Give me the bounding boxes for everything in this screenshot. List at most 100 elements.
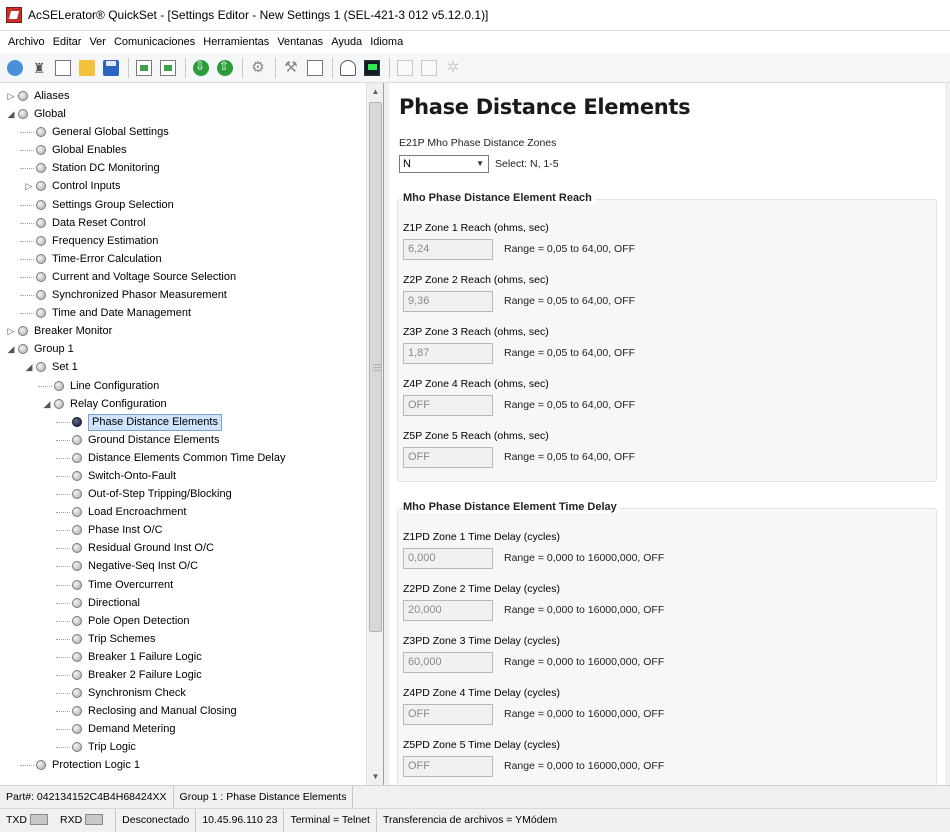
tree-item-synchronized-phasor-measurement[interactable]: Synchronized Phasor Measurement: [0, 286, 366, 304]
z5p-input[interactable]: OFF: [403, 447, 493, 468]
expand-arrow-icon[interactable]: ▷: [6, 87, 16, 105]
collapse-arrow-icon[interactable]: ◢: [24, 358, 34, 376]
tree-item-demand-metering[interactable]: Demand Metering: [0, 720, 366, 738]
tree-item-switch-onto-fault[interactable]: Switch-Onto-Fault: [0, 467, 366, 485]
tree-item-protection-logic-1[interactable]: Protection Logic 1: [0, 756, 366, 774]
z4pd-input[interactable]: OFF: [403, 704, 493, 725]
z2p-range: Range = 0,05 to 64,00, OFF: [504, 295, 636, 307]
setup-button[interactable]: ⚒: [282, 59, 300, 77]
settings-tree[interactable]: ▷ Aliases ◢ Global General Global Settings Gl…: [0, 83, 384, 785]
connection-status: Desconectado: [116, 808, 197, 832]
upload-button[interactable]: [216, 59, 234, 77]
z2p-input[interactable]: 9,36: [403, 291, 493, 312]
network-button[interactable]: ⚙: [249, 59, 267, 77]
z1pd-input[interactable]: 0,000: [403, 548, 493, 569]
z1p-input[interactable]: 6,24: [403, 239, 493, 260]
tree-item-control-inputs[interactable]: ▷ Control Inputs: [0, 177, 366, 195]
scroll-thumb[interactable]: — — —: [369, 102, 382, 632]
menu-herramientas[interactable]: Herramientas: [199, 36, 273, 48]
tree-item-reclosing-and-manual-closing[interactable]: Reclosing and Manual Closing: [0, 702, 366, 720]
save-button[interactable]: [102, 59, 120, 77]
z2pd-input[interactable]: 20,000: [403, 600, 493, 621]
menu-ayuda[interactable]: Ayuda: [327, 36, 366, 48]
collapse-arrow-icon[interactable]: ◢: [6, 105, 16, 123]
e21p-dropdown[interactable]: N ▼: [399, 155, 489, 173]
tree-item-frequency-estimation[interactable]: Frequency Estimation: [0, 232, 366, 250]
menu-editar[interactable]: Editar: [49, 36, 86, 48]
download-button[interactable]: [192, 59, 210, 77]
tree-item-set-1[interactable]: ◢ Set 1: [0, 358, 366, 376]
tree-connector: [56, 656, 70, 658]
tree-item-label: Breaker 1 Failure Logic: [88, 650, 202, 663]
doc-button: [396, 59, 414, 77]
tree-item-breaker-2-failure-logic[interactable]: Breaker 2 Failure Logic: [0, 666, 366, 684]
scroll-down-arrow[interactable]: ▼: [367, 768, 384, 785]
z4p-input[interactable]: OFF: [403, 395, 493, 416]
tree-item-station-dc-monitoring[interactable]: Station DC Monitoring: [0, 159, 366, 177]
collapse-arrow-icon[interactable]: ◢: [6, 340, 16, 358]
tree-item-group-1[interactable]: ◢ Group 1: [0, 340, 366, 358]
tree-node-icon: [72, 670, 82, 680]
tree-item-phase-inst-o-c[interactable]: Phase Inst O/C: [0, 521, 366, 539]
txd-indicator: TXD: [0, 809, 54, 832]
tree-item-negative-seq-inst-o-c[interactable]: Negative-Seq Inst O/C: [0, 557, 366, 575]
tree-item-relay-configuration[interactable]: ◢ Relay Configuration: [0, 395, 366, 413]
tree-item-label: Breaker 2 Failure Logic: [88, 669, 202, 681]
tree-item-out-of-step-tripping-blocking[interactable]: Out-of-Step Tripping/Blocking: [0, 485, 366, 503]
tree-item-pole-open-detection[interactable]: Pole Open Detection: [0, 612, 366, 630]
setup-icon: ⚒: [284, 58, 298, 76]
tree-item-general-global-settings[interactable]: General Global Settings: [0, 123, 366, 141]
tree-node-icon: [72, 742, 82, 753]
receive-button[interactable]: [159, 59, 177, 77]
tree-item-time-error-calculation[interactable]: Time-Error Calculation: [0, 250, 366, 268]
menu-ver[interactable]: Ver: [85, 36, 110, 48]
tree-item-global[interactable]: ◢ Global: [0, 105, 366, 123]
new-button[interactable]: [54, 59, 72, 77]
tree-item-synchronism-check[interactable]: Synchronism Check: [0, 684, 366, 702]
tree-item-line-configuration[interactable]: Line Configuration: [0, 377, 366, 395]
tree-item-phase-distance-elements[interactable]: Phase Distance Elements: [0, 413, 366, 431]
globe-button[interactable]: [6, 59, 24, 77]
tree-item-aliases[interactable]: ▷ Aliases: [0, 87, 366, 105]
tree-item-ground-distance-elements[interactable]: Ground Distance Elements: [0, 431, 366, 449]
menu-idioma[interactable]: Idioma: [366, 36, 407, 48]
tree-item-directional[interactable]: Directional: [0, 594, 366, 612]
tree-item-load-encroachment[interactable]: Load Encroachment: [0, 503, 366, 521]
scroll-up-arrow[interactable]: ▲: [367, 83, 384, 100]
tree-scrollbar[interactable]: ▲ — — — ▼: [366, 83, 383, 785]
tree-item-distance-elements-common-time-delay[interactable]: Distance Elements Common Time Delay: [0, 449, 366, 467]
menu-comunicaciones[interactable]: Comunicaciones: [110, 36, 199, 48]
z3p-input[interactable]: 1,87: [403, 343, 493, 364]
expand-arrow-icon[interactable]: ▷: [24, 177, 34, 195]
tree-item-residual-ground-inst-o-c[interactable]: Residual Ground Inst O/C: [0, 539, 366, 557]
tree-item-breaker-1-failure-logic[interactable]: Breaker 1 Failure Logic: [0, 648, 366, 666]
meter-button[interactable]: [339, 59, 357, 77]
expand-arrow-icon[interactable]: ▷: [6, 322, 16, 340]
tree-item-global-enables[interactable]: Global Enables: [0, 141, 366, 159]
tree-item-trip-logic[interactable]: Trip Logic: [0, 738, 366, 756]
tree-item-trip-schemes[interactable]: Trip Schemes: [0, 630, 366, 648]
tree-item-label: Aliases: [34, 90, 70, 102]
terminal-button[interactable]: [363, 59, 381, 77]
tree-item-data-reset-control[interactable]: Data Reset Control: [0, 214, 366, 232]
z3pd-input[interactable]: 60,000: [403, 652, 493, 673]
open-button[interactable]: [78, 59, 96, 77]
tree-item-current-and-voltage-source-selection[interactable]: Current and Voltage Source Selection: [0, 268, 366, 286]
z5pd-input[interactable]: OFF: [403, 756, 493, 777]
menu-archivo[interactable]: Archivo: [4, 36, 49, 48]
tree-item-time-overcurrent[interactable]: Time Overcurrent: [0, 576, 366, 594]
tree-node-icon: [72, 543, 82, 554]
tree-connector: [20, 132, 34, 134]
tree-item-time-and-date-management[interactable]: Time and Date Management: [0, 304, 366, 322]
tree-item-settings-group-selection[interactable]: Settings Group Selection: [0, 196, 366, 214]
transfer-button[interactable]: [306, 59, 324, 77]
tree-node-icon: [72, 597, 82, 608]
send-button[interactable]: [135, 59, 153, 77]
tree-connector: [56, 457, 70, 459]
gear-disabled-icon: ✲: [446, 58, 460, 76]
scroll-grip: — — —: [373, 360, 381, 375]
collapse-arrow-icon[interactable]: ◢: [42, 395, 52, 413]
tower-button[interactable]: ♜: [30, 59, 48, 77]
menu-ventanas[interactable]: Ventanas: [273, 36, 327, 48]
tree-item-breaker-monitor[interactable]: ▷ Breaker Monitor: [0, 322, 366, 340]
